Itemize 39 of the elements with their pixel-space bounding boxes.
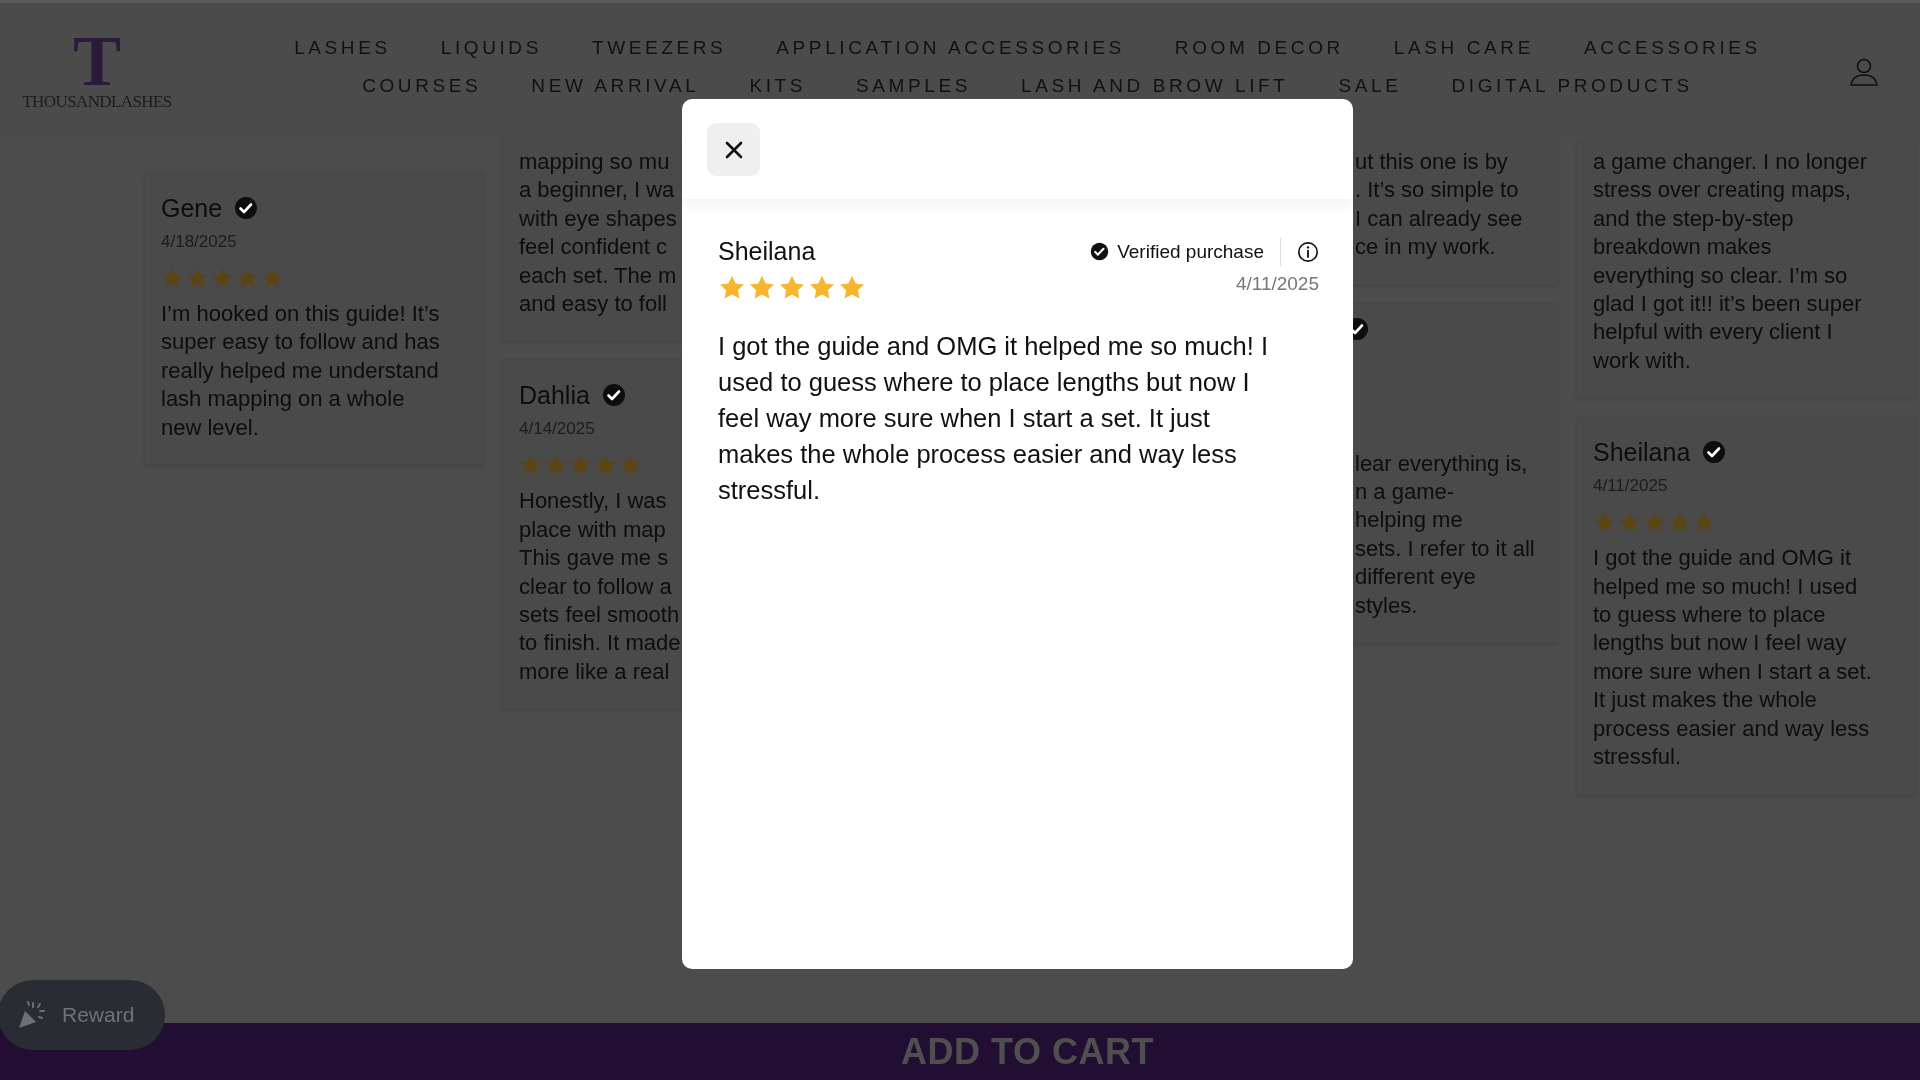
nav-link[interactable]: ROOM DECOR <box>1174 35 1344 60</box>
star-icon <box>161 267 184 290</box>
review-text: mapping so mu a beginner, I wa with eye shapes feel confident c each set. The m and easy to foll <box>519 148 677 319</box>
reward-button[interactable]: Reward <box>0 980 165 1050</box>
close-button[interactable] <box>707 123 760 176</box>
nav-link[interactable]: LASH CARE <box>1393 35 1534 60</box>
review-date: 4/11/2025 <box>1235 273 1319 295</box>
nav-link[interactable]: ACCESSORIES <box>1583 35 1761 60</box>
nav-link[interactable]: NEW ARRIVAL <box>531 73 700 98</box>
add-to-cart-button[interactable]: ADD TO CART <box>0 1023 1920 1080</box>
nav-link[interactable]: SAMPLES <box>856 73 971 98</box>
reviewer-name: Gene <box>161 193 223 223</box>
info-icon[interactable] <box>1297 240 1319 263</box>
verified-icon <box>1090 242 1110 261</box>
nav-link[interactable]: DIGITAL PRODUCTS <box>1451 73 1693 98</box>
nav-link[interactable]: TWEEZERS <box>591 35 727 60</box>
reviewer-name: Dahlia <box>519 380 590 410</box>
review-text: I got the guide and OMG it helped me so much! I used to guess where to place lengths but now I feel way more sure when I start a set. It just makes the whole process easier and way less stressful. <box>718 331 1269 506</box>
review-text: a game changer. I no longer stress over creating maps, and the step-by-step breakdown makes everything so clear. I’m so glad I got it!! it’s been super helpful with every client I work with. <box>1593 148 1867 375</box>
nav-link[interactable]: LASHES <box>294 35 391 60</box>
star-icon <box>186 267 209 290</box>
party-popper-icon <box>16 999 48 1031</box>
nav-link[interactable]: SALE <box>1338 73 1402 98</box>
nav-link[interactable]: LASH AND BROW LIFT <box>1021 73 1289 98</box>
star-icon <box>211 267 234 290</box>
nav-link[interactable]: APPLICATION ACCESSORIES <box>776 35 1125 60</box>
review-text: lear everything is, n a game- helping me sets. I refer to it all different eye styles. <box>1355 449 1535 620</box>
review-text: I’m hooked on this guide! It’s super easy to follow and has really helped me understand lash mapping on a whole new level. <box>161 300 441 442</box>
review-text: Honestly, I was place with map This gave me s clear to follow a sets feel smooth to finish. It made more like a real <box>519 487 681 686</box>
nav-link[interactable]: COURSES <box>362 73 482 98</box>
nav-link[interactable]: LIQUIDS <box>440 35 542 60</box>
star-icon <box>261 267 284 290</box>
reviewer-name: Sheilana <box>1593 437 1691 467</box>
verified-label: Verified purchase <box>1117 240 1264 263</box>
reviewer-name: Sheilana <box>718 237 816 266</box>
nav-link[interactable]: KITS <box>749 73 807 98</box>
review-text: I got the guide and OMG it helped me so much! I used to guess where to place lengths but now I feel way more sure when I start a set. It just makes the whole process easier and way less stressful. <box>1593 544 1872 772</box>
star-icon <box>236 267 259 290</box>
review-text: ut this one is by . It’s so simple to I can already see ce in my work. <box>1355 148 1523 262</box>
